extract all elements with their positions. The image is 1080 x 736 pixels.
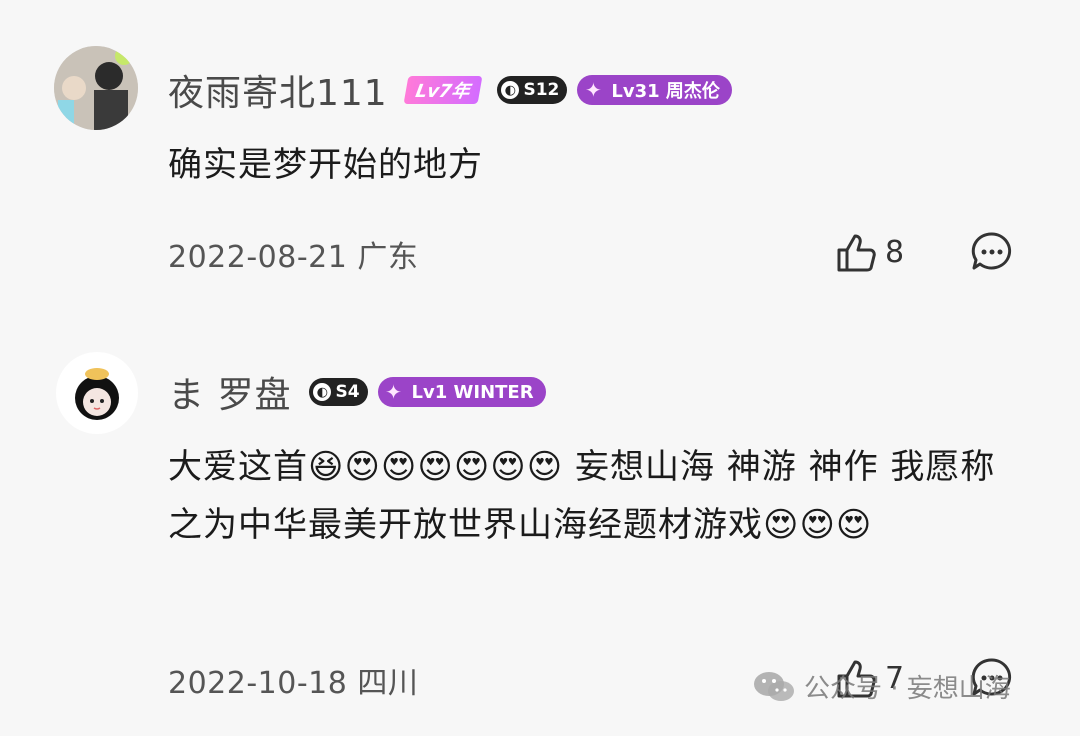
grinning-squinting-emoji: 😆 [308, 447, 345, 487]
like-count: 8 [885, 234, 905, 270]
wechat-logo-icon [754, 671, 794, 701]
thumbs-up-icon [837, 234, 876, 272]
heart-eyes-emoji: 😍 [344, 447, 381, 487]
level-label: Lv31 周杰伦 [611, 81, 720, 102]
season-label: S12 [523, 80, 560, 100]
sparkle-icon: ✦ [385, 380, 402, 404]
watermark-text: 公众号 · 妄想山海 [804, 674, 1011, 704]
avatar[interactable] [56, 352, 138, 434]
emoji-group: 😍😍😍 [763, 505, 872, 545]
season-label: S4 [335, 382, 360, 402]
season-icon: ◐ [313, 383, 332, 401]
heart-eyes-emoji: 😍 [417, 447, 454, 487]
level-badge: ✦ Lv1 WINTER [377, 377, 546, 407]
heart-eyes-emoji: 😍 [453, 447, 491, 487]
comment-text: 确实是梦开始的地方 [168, 145, 483, 185]
comment-header: 夜雨寄北111 Lv7年 ◐ S12 ✦ Lv31 周杰伦 [168, 64, 732, 116]
comment-text-part: 大爱这首 [168, 447, 308, 487]
heart-eyes-emoji: 😍 [799, 505, 836, 545]
season-icon: ◐ [501, 81, 520, 99]
heart-eyes-emoji: 😍 [835, 505, 873, 545]
heart-eyes-emoji: 😍 [380, 447, 418, 487]
comment-bubble-icon [971, 232, 1012, 270]
season-badge: ◐ S4 [309, 378, 368, 406]
heart-eyes-emoji: 😍 [526, 447, 564, 487]
reply-button[interactable] [970, 230, 1014, 274]
like-button[interactable]: 8 [835, 230, 904, 274]
comment-meta: 2022-10-18 四川 [168, 666, 419, 701]
username[interactable]: ま 罗盘 [168, 366, 291, 418]
avatar[interactable] [54, 46, 138, 130]
comment-meta: 2022-08-21 广东 [168, 240, 419, 275]
sparkle-icon: ✦ [584, 78, 602, 102]
comment-text: 大爱这首😆😍😍😍😍😍😍 妄想山海 神游 神作 我愿称之为中华最美开放世界山海经题… [168, 438, 1010, 554]
level-badge: ✦ Lv31 周杰伦 [577, 75, 732, 105]
username[interactable]: 夜雨寄北111 [168, 64, 388, 116]
emoji-group: 😆😍😍😍😍😍😍 [308, 447, 563, 487]
watermark: 公众号 · 妄想山海 [752, 668, 1011, 705]
heart-eyes-emoji: 😍 [490, 447, 527, 487]
level-label: Lv1 WINTER [411, 381, 534, 403]
comment-item: 夜雨寄北111 Lv7年 ◐ S12 ✦ Lv31 周杰伦 确实是梦开始的地方 … [0, 0, 1080, 300]
year-badge: Lv7年 [403, 76, 482, 104]
season-badge: ◐ S12 [497, 76, 568, 104]
comment-header: ま 罗盘 ◐ S4 ✦ Lv1 WINTER [168, 366, 546, 418]
heart-eyes-emoji: 😍 [763, 505, 800, 545]
